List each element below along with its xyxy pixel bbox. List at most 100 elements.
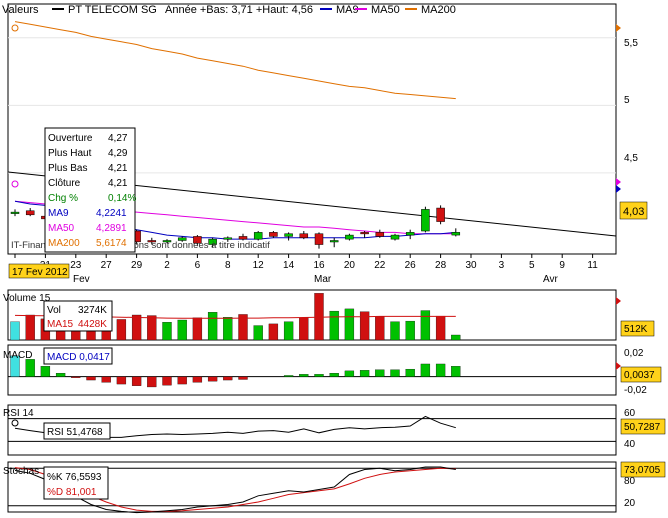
volume-bar <box>283 321 294 341</box>
volume-bar <box>162 322 172 341</box>
macd-bar <box>238 376 248 380</box>
macd-bar <box>359 370 370 377</box>
tooltip-low-label: Plus Bas <box>48 163 87 174</box>
candle-body <box>253 232 263 240</box>
volume-last-value: 512K <box>624 324 648 335</box>
tooltip-ma200-value: 5,6174 <box>96 238 127 249</box>
candle-body <box>25 210 35 216</box>
volume-marker-arrow <box>616 297 621 305</box>
volume-bar <box>10 321 20 341</box>
candle-body <box>405 232 415 236</box>
volume-bar <box>451 334 461 341</box>
tooltip-ma9-value: 4,2241 <box>96 208 127 219</box>
x-tick-label: 2 <box>164 260 170 271</box>
x-tick-label: 14 <box>283 260 295 271</box>
macd-bar <box>101 376 111 383</box>
macd-bar <box>344 370 355 377</box>
volume-bar <box>344 308 355 341</box>
stoch-title: Stochas <box>3 466 39 477</box>
rsi-tick-40: 40 <box>624 439 636 450</box>
macd-bar <box>177 376 187 385</box>
macd-tick-pos: 0,02 <box>624 348 644 359</box>
rsi-start-marker <box>11 419 19 427</box>
macd-bar <box>435 363 446 377</box>
macd-bar <box>375 369 385 377</box>
ma50-start-marker <box>11 180 19 188</box>
macd-bar <box>162 376 172 386</box>
macd-marker-arrow <box>616 362 621 370</box>
price-tick-5: 5 <box>624 95 630 106</box>
macd-bar <box>405 368 415 377</box>
volume-bar <box>268 323 279 341</box>
volume-bar <box>116 319 127 341</box>
stoch-tick-80: 80 <box>624 476 636 487</box>
volume-bar <box>420 310 431 341</box>
tooltip-high-value: 4,29 <box>108 148 128 159</box>
macd-bar <box>116 376 127 385</box>
tooltip-ma9-label: MA9 <box>48 208 69 219</box>
macd-bar <box>25 359 35 377</box>
tooltip-close-value: 4,21 <box>108 178 128 189</box>
candle-body <box>238 236 248 240</box>
volume-ma-label: MA15 <box>47 319 74 330</box>
x-tick-label: 29 <box>131 260 143 271</box>
candle-body <box>10 211 20 214</box>
tooltip-ma50-label: MA50 <box>48 223 75 234</box>
volume-bar <box>207 312 218 341</box>
x-tick-label: 12 <box>253 260 265 271</box>
candle-body <box>314 233 324 245</box>
price-tick-5-5: 5,5 <box>624 38 638 49</box>
x-tick-label: 27 <box>101 260 113 271</box>
x-tick-label: 30 <box>465 260 477 271</box>
x-tick-label: 6 <box>195 260 201 271</box>
volume-bar <box>177 319 187 341</box>
volume-value: 3274K <box>78 305 107 316</box>
rsi-label: RSI 51,4768 <box>47 427 103 438</box>
candle-body <box>345 234 354 240</box>
volume-bar <box>131 314 142 341</box>
x-tick-label: 28 <box>435 260 447 271</box>
tooltip-low-value: 4,21 <box>108 163 128 174</box>
legend-ma200-label: MA200 <box>421 4 456 16</box>
macd-bar <box>192 376 203 383</box>
month-label-fev: Fev <box>73 274 90 285</box>
rsi-tick-60: 60 <box>624 408 636 419</box>
macd-bar <box>131 376 142 386</box>
candle-body <box>421 209 430 232</box>
stoch-d-label: %D 81,001 <box>47 487 97 498</box>
volume-label: Vol <box>47 305 61 316</box>
ma200-marker-arrow <box>616 24 621 32</box>
macd-bar <box>451 366 461 377</box>
volume-bar <box>359 311 370 341</box>
macd-bar <box>223 376 233 381</box>
macd-last-value: 0,0037 <box>624 370 655 381</box>
ma200-start-marker <box>11 24 19 32</box>
volume-bar <box>329 310 339 341</box>
macd-bar <box>314 374 324 377</box>
x-tick-label: 20 <box>344 260 356 271</box>
last-price-value: 4,03 <box>623 206 644 218</box>
date-badge-text: 17 Fev 2012 <box>12 267 68 278</box>
macd-bar <box>147 376 157 388</box>
volume-bar <box>299 317 309 341</box>
ma200-line <box>14 21 456 100</box>
year-range: Année +Bas: 3,71 +Haut: 4,56 <box>165 4 313 16</box>
volume-bar <box>253 325 263 341</box>
stoch-k-label: %K 76,5593 <box>47 472 102 483</box>
month-label-mar: Mar <box>314 274 332 285</box>
volume-ma-value: 4428K <box>78 319 107 330</box>
x-tick-label: 3 <box>499 260 505 271</box>
tooltip-close-label: Clôture <box>48 178 81 189</box>
tooltip-open-label: Ouverture <box>48 133 93 144</box>
tooltip-chg-label: Chg % <box>48 193 78 204</box>
candle-body <box>299 233 309 239</box>
volume-bar <box>405 320 415 341</box>
ma9-marker-arrow <box>616 185 621 193</box>
macd-bar <box>329 373 339 377</box>
candle-body <box>269 232 278 237</box>
macd-bar <box>420 363 431 377</box>
macd-tick-neg: -0,02 <box>624 385 647 396</box>
month-label-avr: Avr <box>543 274 558 285</box>
x-tick-label: 11 <box>587 260 598 271</box>
legend-ma50-label: MA50 <box>371 4 400 16</box>
